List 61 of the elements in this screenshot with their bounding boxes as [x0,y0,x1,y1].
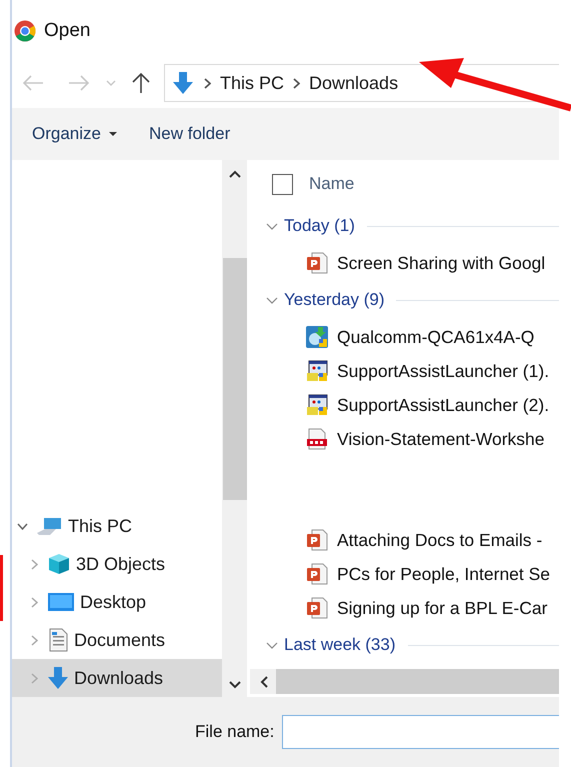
application-icon [306,360,328,382]
file-name[interactable]: Vision-Statement-Workshe [337,428,544,450]
group-header[interactable]: Last week (33) [284,635,396,655]
address-bar[interactable]: This PC Downloads [164,64,559,102]
scrollbar-thumb[interactable] [222,258,246,500]
file-name[interactable]: Qualcomm-QCA61x4A-Q [337,326,534,348]
toolbar-button[interactable]: New folder [146,120,232,148]
slides-file-icon [306,597,328,619]
pdf-file-icon [306,428,328,450]
document-icon [48,628,68,652]
chevron-right-icon[interactable] [30,596,38,608]
chevron-down-icon[interactable] [16,522,28,530]
slides-file-icon [306,252,328,274]
slides-file-icon [306,563,328,585]
scroll-left-icon[interactable] [260,676,268,688]
chevron-down-icon[interactable] [266,642,278,648]
file-name[interactable]: SupportAssistLauncher (1). [337,360,550,382]
chevron-right-icon[interactable] [30,558,38,570]
chevron-down-icon[interactable] [266,296,278,304]
window-title: Open [44,20,90,42]
cube-icon [48,553,70,575]
group-header[interactable]: Yesterday (9) [284,290,384,310]
select-all-checkbox[interactable] [272,174,293,194]
application-icon [306,394,328,416]
file-name-field[interactable] [282,715,559,749]
field-label: File name: [195,722,274,742]
tree-item[interactable]: This PC [68,516,132,536]
breadcrumb-item[interactable]: Downloads [309,72,398,94]
download-arrow-icon [173,72,193,94]
file-name[interactable]: Screen Sharing with Googl [337,252,546,274]
installer-icon [306,326,328,348]
download-arrow-icon [48,667,68,689]
chevron-right-icon [293,78,300,88]
column-header[interactable]: Name [309,174,354,194]
organize-menu-button[interactable]: Organize [30,120,119,148]
chevron-right-icon [204,78,211,88]
up-arrow-icon[interactable] [132,72,150,94]
chevron-right-icon[interactable] [30,634,38,646]
scroll-up-icon[interactable] [228,170,240,178]
file-name[interactable]: Attaching Docs to Emails - [337,530,542,550]
back-arrow-icon[interactable] [22,75,44,91]
tree-item[interactable]: Documents [74,630,166,650]
selected-tree-item[interactable]: Downloads [12,659,222,697]
annotation-mark [0,555,3,621]
file-name[interactable]: SupportAssistLauncher (2). [337,394,550,416]
chevron-down-icon[interactable] [266,222,278,230]
tree-item[interactable]: 3D Objects [76,554,166,574]
group-header[interactable]: Today (1) [284,216,355,236]
file-name[interactable]: Signing up for a BPL E-Car [337,598,548,618]
monitor-icon [48,592,74,612]
tree-item[interactable]: Downloads [74,668,164,688]
tree-item[interactable]: Desktop [80,592,146,612]
computer-icon [36,516,62,536]
file-name[interactable]: PCs for People, Internet Se [337,564,550,584]
forward-arrow-icon[interactable] [68,75,90,91]
breadcrumb-item[interactable]: This PC [220,72,284,94]
app-logo-icon [14,20,36,42]
chevron-right-icon[interactable] [30,672,38,684]
scroll-down-icon[interactable] [228,681,240,689]
caret-icon [108,132,117,136]
slides-file-icon [306,529,328,551]
